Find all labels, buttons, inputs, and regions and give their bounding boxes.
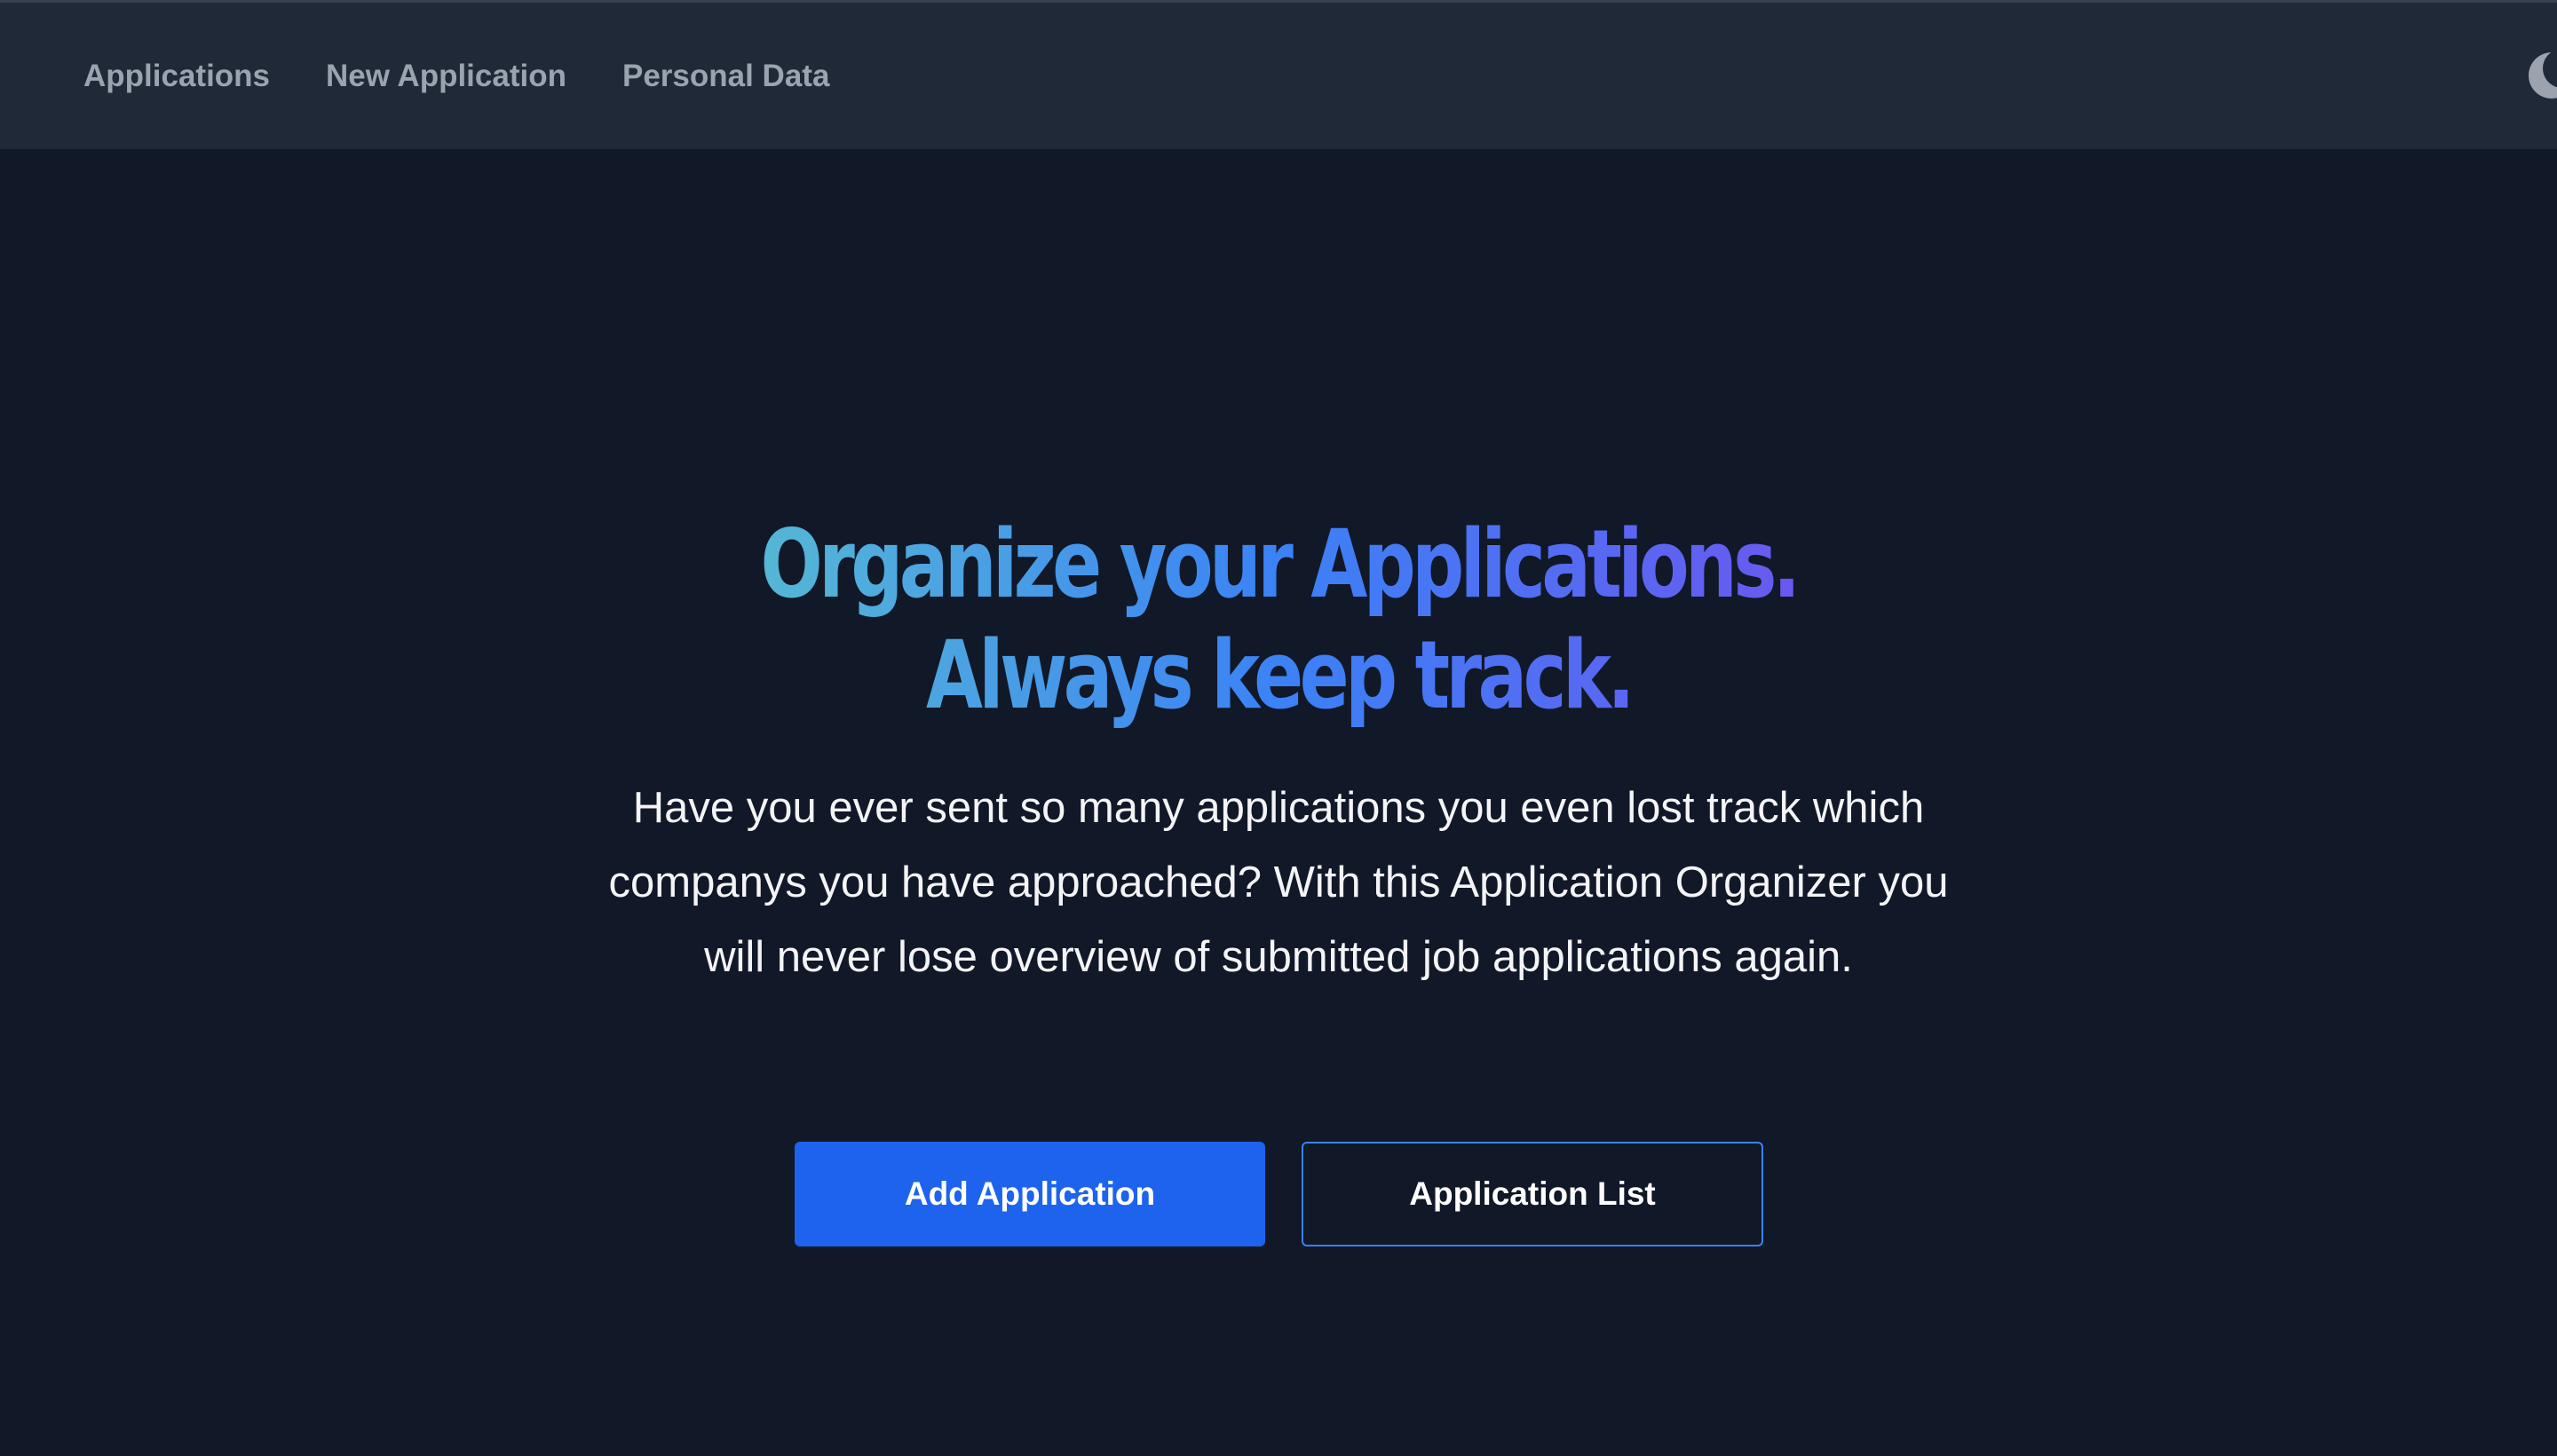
headline-line-2: Always keep track. bbox=[281, 620, 2276, 731]
hero-headline: Organize your Applications. Always keep … bbox=[281, 509, 2276, 731]
hero-description: Have you ever sent so many applications … bbox=[608, 784, 1949, 981]
add-application-button[interactable]: Add Application bbox=[795, 1142, 1265, 1246]
nav-link-new-application[interactable]: New Application bbox=[326, 59, 566, 94]
headline-applications: Applications. bbox=[1310, 510, 1797, 619]
app-root: Applications New Application Personal Da… bbox=[0, 0, 2557, 1456]
hero-buttons: Add Application Application List bbox=[0, 1142, 2557, 1246]
top-navbar: Applications New Application Personal Da… bbox=[0, 3, 2557, 149]
nav-links: Applications New Application Personal Da… bbox=[83, 3, 885, 149]
hero-section: Organize your Applications. Always keep … bbox=[0, 149, 2557, 1456]
headline-line-1: Organize your Applications. bbox=[281, 509, 2276, 620]
application-list-button[interactable]: Application List bbox=[1302, 1142, 1763, 1246]
moon-icon bbox=[2529, 51, 2557, 99]
nav-link-applications[interactable]: Applications bbox=[83, 59, 270, 94]
theme-toggle-button[interactable] bbox=[2527, 51, 2557, 100]
nav-link-personal-data[interactable]: Personal Data bbox=[622, 59, 829, 94]
headline-organize-your: Organize your bbox=[760, 510, 1311, 619]
